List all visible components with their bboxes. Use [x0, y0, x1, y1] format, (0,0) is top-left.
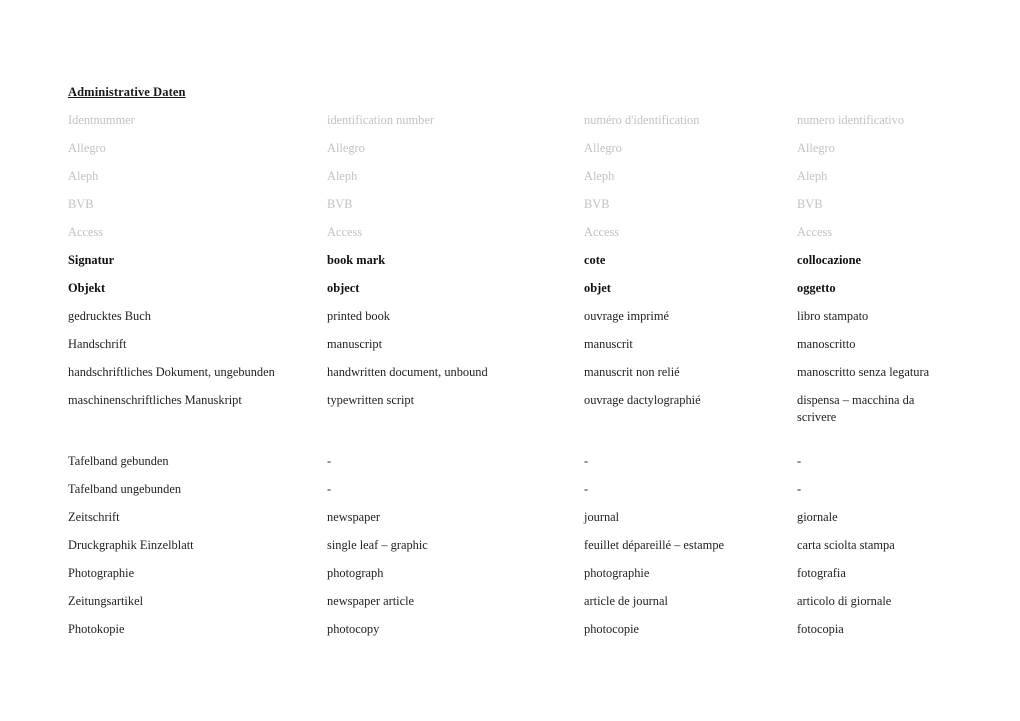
table-cell-italian: Allegro	[797, 141, 835, 155]
table-row: handschriftliches Dokument, ungebunden ha…	[68, 364, 948, 392]
table-cell-english: printed book	[327, 309, 390, 323]
table-row: gedrucktes Buch printed book ouvrage impri…	[68, 308, 948, 336]
table-cell-english: object	[327, 281, 360, 295]
table-cell-german: BVB	[68, 197, 94, 211]
table-cell-french: photographie	[584, 566, 650, 580]
table-cell-italian: collocazione	[797, 253, 861, 267]
table-cell-german: gedrucktes Buch	[68, 309, 151, 323]
table-cell-english: typewritten script	[327, 393, 415, 407]
table-cell-italian: carta sciolta stampa	[797, 538, 895, 552]
table-cell-french: -	[584, 482, 589, 496]
table-cell-italian: Aleph	[797, 169, 828, 183]
table-cell-english: newspaper article	[327, 594, 415, 608]
table-cell-german: Tafelband gebunden	[68, 454, 169, 468]
table-cell-german: Zeitungsartikel	[68, 594, 144, 608]
table-cell-french: Allegro	[584, 141, 622, 155]
table-cell-italian: articolo di giornale	[797, 594, 892, 608]
table-cell-german: Handschrift	[68, 337, 127, 351]
table-cell-german: Zeitschrift	[68, 510, 120, 524]
table-cell-italian: dispensa – macchina da scrivere	[797, 393, 915, 424]
table-row: Objekt object objet oggetto	[68, 280, 948, 308]
table-cell-english: Access	[327, 225, 363, 239]
table-cell-german: Druckgraphik Einzelblatt	[68, 538, 194, 552]
table-row: Tafelband ungebunden - - -	[68, 481, 948, 509]
table-cell-french: manuscrit	[584, 337, 633, 351]
table-cell-french: ouvrage dactylographié	[584, 393, 701, 407]
table-cell-german: Identnummer	[68, 113, 135, 127]
table-cell-english: newspaper	[327, 510, 380, 524]
table-cell-english: -	[327, 482, 332, 496]
table-cell-italian: giornale	[797, 510, 838, 524]
table-cell-english: handwritten document, unbound	[327, 365, 488, 379]
table-cell-english: single leaf – graphic	[327, 538, 428, 552]
table-cell-french: -	[584, 454, 589, 468]
table-cell-french: photocopie	[584, 622, 640, 636]
table-row: maschinenschriftliches Manuskript typewri…	[68, 392, 948, 425]
table-cell-german: Photographie	[68, 566, 135, 580]
table-cell-german: Photokopie	[68, 622, 125, 636]
table-row: Aleph Aleph Aleph Aleph	[68, 168, 948, 196]
table-cell-english: manuscript	[327, 337, 383, 351]
table-cell-french: numéro d'identification	[584, 113, 700, 127]
table-row: Photographie photograph photographie fotogr…	[68, 565, 948, 593]
table-cell-italian: fotografia	[797, 566, 846, 580]
table-cell-english: -	[327, 454, 332, 468]
table-row: Handschrift manuscript manuscrit manoscritt…	[68, 336, 948, 364]
table-cell-italian: libro stampato	[797, 309, 869, 323]
table-cell-english: Aleph	[327, 169, 358, 183]
table-row: Access Access Access Access	[68, 224, 948, 252]
table-cell-german: Signatur	[68, 253, 115, 267]
table-cell-french: Access	[584, 225, 620, 239]
table-cell-italian: BVB	[797, 197, 823, 211]
table-cell-french: ouvrage imprimé	[584, 309, 669, 323]
table-row: Photokopie photocopy photocopie fotocopia	[68, 621, 948, 649]
table-cell-french: journal	[584, 510, 620, 524]
table-row: Allegro Allegro Allegro Allegro	[68, 140, 948, 168]
table-cell-italian: oggetto	[797, 281, 836, 295]
table-row: Signatur book mark cote collocazione	[68, 252, 948, 280]
table-cell-german: maschinenschriftliches Manuskript	[68, 393, 242, 407]
table-row: Zeitschrift newspaper journal giornale	[68, 509, 948, 537]
table-cell-french: Aleph	[584, 169, 615, 183]
table-row-spacer	[68, 425, 948, 453]
document-page: Administrative Daten Identnummer identifi…	[0, 0, 1020, 721]
table-cell-italian: Access	[797, 225, 833, 239]
page-title: Administrative Daten	[68, 85, 186, 99]
table-cell-english: photograph	[327, 566, 384, 580]
table-cell-german: Allegro	[68, 141, 106, 155]
table-cell-french: objet	[584, 281, 611, 295]
table-row: Identnummer identification number numéro d…	[68, 112, 948, 140]
table-cell-english: identification number	[327, 113, 435, 127]
table-cell-french: article de journal	[584, 594, 668, 608]
table-cell-italian: manoscritto	[797, 337, 856, 351]
table-cell-german: Objekt	[68, 281, 106, 295]
table-cell-english: Allegro	[327, 141, 365, 155]
table-cell-italian: -	[797, 454, 802, 468]
table-row: Zeitungsartikel newspaper article article …	[68, 593, 948, 621]
terminology-table: Identnummer identification number numéro d…	[68, 112, 948, 649]
table-row: BVB BVB BVB BVB	[68, 196, 948, 224]
table-cell-french: BVB	[584, 197, 610, 211]
table-cell-italian: -	[797, 482, 802, 496]
table-cell-italian: numero identificativo	[797, 113, 905, 127]
table-cell-english: photocopy	[327, 622, 380, 636]
table-row: Tafelband gebunden - - -	[68, 453, 948, 481]
table-cell-english: book mark	[327, 253, 386, 267]
table-cell-italian: fotocopia	[797, 622, 844, 636]
table-cell-french: manuscrit non relié	[584, 365, 680, 379]
table-cell-german: Access	[68, 225, 104, 239]
table-cell-french: cote	[584, 253, 606, 267]
table-cell-french: feuillet dépareillé – estampe	[584, 538, 725, 552]
table-row: Druckgraphik Einzelblatt single leaf – gr…	[68, 537, 948, 565]
table-cell-english: BVB	[327, 197, 353, 211]
table-cell-german: handschriftliches Dokument, ungebunden	[68, 365, 275, 379]
table-cell-italian: manoscritto senza legatura	[797, 365, 930, 379]
table-cell-german: Tafelband ungebunden	[68, 482, 182, 496]
table-cell-german: Aleph	[68, 169, 99, 183]
